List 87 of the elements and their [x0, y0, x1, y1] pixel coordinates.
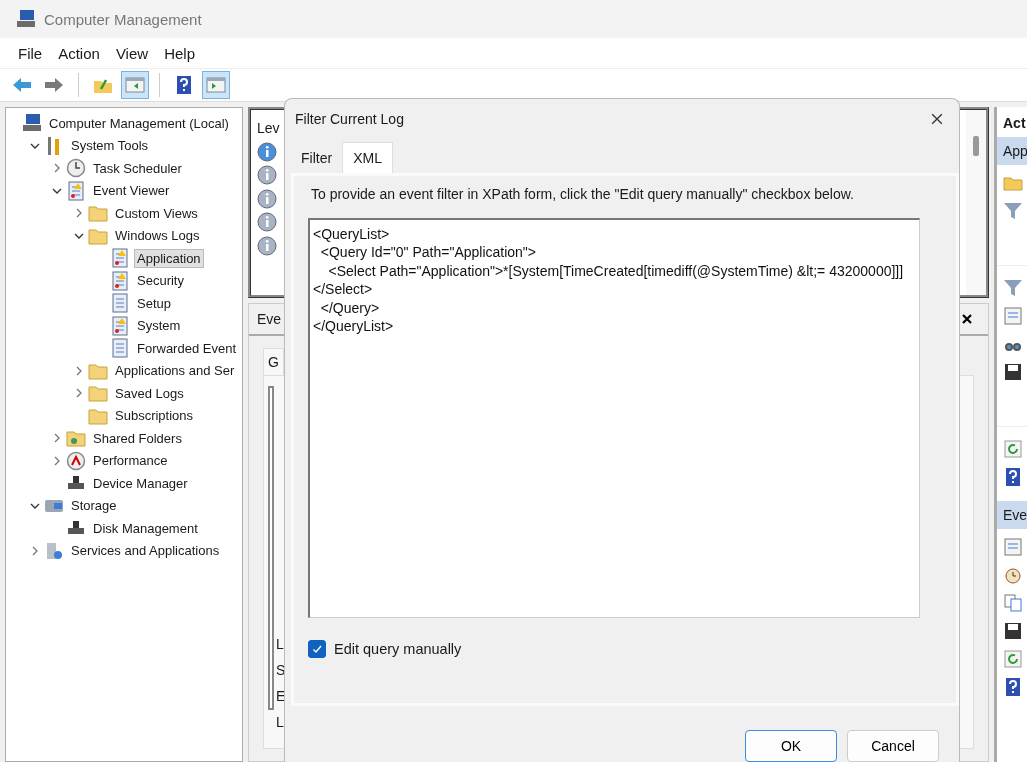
column-header[interactable]: Lev	[257, 120, 280, 136]
tree-item[interactable]: Storage	[68, 496, 120, 516]
tree-item[interactable]: Computer Management (Local)	[46, 113, 232, 133]
query-editor[interactable]: <QueryList> <Query Id="0" Path="Application"> <Select Path="Application">*[System[TimeCreated[timediff(@SystemTime) &lt;= 43200000]]]</Select> </Query> </QueryList>	[308, 217, 920, 618]
field-label: L	[276, 636, 285, 654]
tree-item[interactable]: Event Viewer	[90, 181, 173, 201]
pane-title: Act	[1002, 114, 1027, 133]
expand-chevron-icon[interactable]	[52, 455, 62, 466]
close-icon[interactable]	[962, 314, 972, 324]
clock-icon	[66, 158, 86, 179]
gauge-icon	[66, 450, 86, 471]
help-icon[interactable]	[1003, 467, 1023, 487]
menu-item[interactable]: View	[107, 41, 157, 65]
help-icon[interactable]	[1003, 677, 1023, 697]
expand-chevron-icon[interactable]	[52, 433, 62, 444]
info-icon[interactable]	[257, 188, 277, 209]
info-icon[interactable]	[257, 165, 277, 186]
info-icon[interactable]	[257, 212, 277, 233]
checkbox[interactable]	[308, 639, 326, 658]
window-title: Computer Management	[44, 10, 202, 28]
section-header[interactable]: App	[997, 137, 1027, 165]
floppy-icon[interactable]	[1003, 362, 1023, 382]
tree-item[interactable]: Services and Applications	[68, 541, 223, 561]
info-icon[interactable]	[257, 235, 277, 256]
ok-button[interactable]: OK	[745, 730, 837, 762]
funnel-icon[interactable]	[1003, 201, 1023, 221]
tree-item[interactable]: Custom Views	[112, 203, 201, 223]
log-icon	[110, 293, 130, 314]
close-icon[interactable]	[931, 112, 943, 125]
folder-icon	[88, 383, 108, 404]
back-arrow-icon	[12, 75, 32, 95]
section-header[interactable]: Eve	[997, 501, 1027, 529]
computer-icon	[22, 113, 42, 134]
tab[interactable]: XML	[342, 141, 393, 173]
tree-item[interactable]: Application	[134, 248, 204, 268]
pane-icon	[206, 75, 226, 95]
log-warning-icon	[110, 270, 130, 291]
services-icon	[44, 540, 64, 561]
menu-item[interactable]: Help	[156, 41, 203, 65]
copy-icon[interactable]	[1003, 593, 1023, 613]
field-label: L	[276, 714, 285, 732]
log-warning-icon	[110, 248, 130, 269]
panel-title: Eve	[257, 311, 282, 327]
forward-arrow-icon	[44, 75, 64, 95]
tree-item[interactable]: Subscriptions	[112, 406, 197, 426]
expand-chevron-icon[interactable]	[52, 163, 62, 174]
expand-chevron-icon[interactable]	[74, 208, 84, 219]
expand-chevron-icon[interactable]	[74, 388, 84, 399]
tree-item[interactable]: System Tools	[68, 136, 152, 156]
help-icon	[174, 75, 194, 95]
pane-icon	[125, 75, 145, 95]
shared-folder-icon	[66, 428, 86, 449]
tab[interactable]: Filter	[291, 142, 343, 173]
tab[interactable]: G	[263, 348, 284, 375]
cancel-button[interactable]: Cancel	[847, 730, 939, 762]
field-label: E	[276, 688, 286, 706]
floppy-icon[interactable]	[1003, 621, 1023, 641]
menu-item[interactable]: Action	[50, 41, 108, 65]
event-log-icon	[66, 180, 86, 201]
refresh-icon[interactable]	[1003, 439, 1023, 459]
tree-item[interactable]: Device Manager	[90, 473, 191, 493]
tree-item[interactable]: Disk Management	[90, 518, 201, 538]
log-icon	[110, 338, 130, 359]
instruction-text: To provide an event filter in XPath form, click the "Edit query manually" checkbox below.	[311, 185, 855, 202]
tree-item[interactable]: Performance	[90, 451, 171, 471]
expand-chevron-icon[interactable]	[74, 365, 84, 376]
scrollbar-thumb[interactable]	[973, 136, 979, 156]
clock-icon[interactable]	[1003, 565, 1023, 585]
tree-item[interactable]: Applications and Ser	[112, 361, 238, 381]
tree-item[interactable]: Setup	[134, 293, 174, 313]
dialog-title: Filter Current Log	[295, 110, 404, 127]
tree-item[interactable]: Task Scheduler	[90, 158, 185, 178]
tree-item[interactable]: Windows Logs	[112, 226, 203, 246]
info-icon[interactable]	[257, 141, 277, 162]
computer-icon	[16, 9, 36, 29]
tree-item[interactable]: Security	[134, 271, 187, 291]
checkbox-label[interactable]: Edit query manually	[334, 640, 462, 657]
log-warning-icon	[110, 315, 130, 336]
folder-icon	[88, 203, 108, 224]
tree-item[interactable]: Saved Logs	[112, 383, 187, 403]
tree-item[interactable]: Forwarded Event	[134, 338, 239, 358]
tree-item[interactable]: Shared Folders	[90, 428, 185, 448]
tree-item[interactable]: System	[134, 316, 184, 336]
expand-chevron-icon[interactable]	[30, 545, 40, 556]
funnel-icon[interactable]	[1003, 278, 1023, 298]
refresh-icon[interactable]	[1003, 649, 1023, 669]
menu-item[interactable]: File	[10, 41, 51, 65]
